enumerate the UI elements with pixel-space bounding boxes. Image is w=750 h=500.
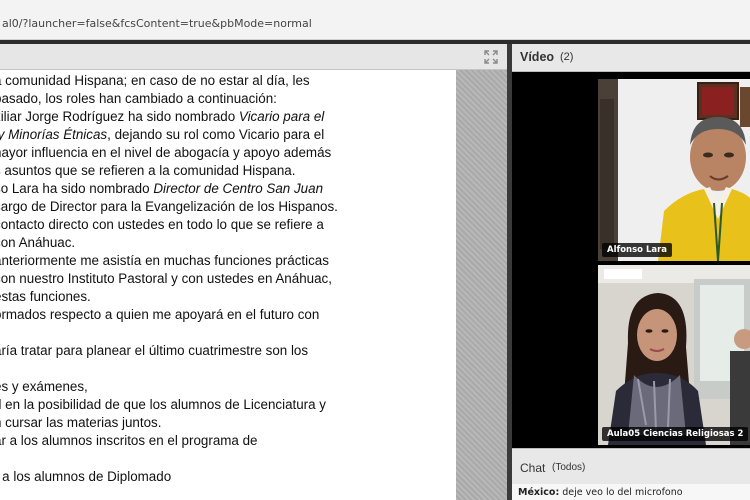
doc-italic: Vicario para el xyxy=(238,109,325,124)
doc-line: con nuestro Instituto Pastoral y con ust… xyxy=(0,271,332,286)
doc-line: estas funciones. xyxy=(0,289,91,304)
video-pod-header: Vídeo (2) xyxy=(512,44,750,72)
doc-line: contacto directo con ustedes en todo lo … xyxy=(0,217,324,232)
browser-address-bar: al0/?launcher=false&fcsContent=true&pbMo… xyxy=(0,0,750,40)
chat-messages[interactable]: México: deje veo lo del microfono xyxy=(512,484,750,500)
chat-pod-header: Chat (Todos) xyxy=(512,448,750,484)
doc-line: d en la posibilidad de que los alumnos d… xyxy=(0,397,327,412)
doc-line: so Lara ha sido nombrado xyxy=(0,181,154,196)
expand-icon[interactable] xyxy=(483,49,499,65)
right-column: Vídeo (2) Alfonso Lara Aula05 Ciencias R… xyxy=(512,44,750,500)
doc-line: es y exámenes, xyxy=(0,379,88,394)
participant-name-tag: Alfonso Lara xyxy=(602,243,673,257)
doc-line: ar a los alumnos inscritos en el program… xyxy=(0,433,258,448)
chat-text: deje veo lo del microfono xyxy=(559,487,683,498)
doc-line: anteriormente me asistía en muchas funci… xyxy=(0,253,329,268)
doc-italic: Director de Centro San Juan xyxy=(153,181,324,196)
video-feed-2 xyxy=(598,265,750,445)
document-page-margin xyxy=(456,70,507,500)
document-text: a comunidad Hispana; en caso de no estar… xyxy=(0,72,456,486)
chat-sender: México: xyxy=(518,487,560,498)
doc-line: ormados respecto a quien me apoyará en e… xyxy=(0,307,320,322)
video-tile-aula05[interactable]: Aula05 Ciencias Religiosas 2 xyxy=(598,265,750,445)
video-tile-alfonso-lara[interactable]: Alfonso Lara xyxy=(598,79,750,261)
document-pod-header xyxy=(0,44,507,70)
url-field[interactable]: al0/?launcher=false&fcsContent=true&pbMo… xyxy=(0,14,750,34)
doc-line: nayor influencia en el nivel de abogacía… xyxy=(0,145,332,160)
doc-line: xiliar Jorge Rodríguez ha sido nombrado xyxy=(0,109,239,124)
video-pod-title: Vídeo xyxy=(520,50,555,64)
doc-line: cargo de Director para la Evangelización… xyxy=(0,199,338,214)
doc-line: n cursar las materias juntos. xyxy=(0,415,162,430)
chat-message: México: deje veo lo del microfono xyxy=(518,487,683,498)
doc-line: aría tratar para planear el último cuatr… xyxy=(0,343,309,358)
doc-line: s asuntos que se refieren a la comunidad… xyxy=(0,163,296,178)
video-count: (2) xyxy=(560,51,574,63)
doc-line: con Anáhuac. xyxy=(0,235,76,250)
video-feed-1 xyxy=(598,79,750,261)
doc-line: , dejando su rol como Vicario para el xyxy=(107,127,325,142)
video-area: Alfonso Lara Aula05 Ciencias Religiosas … xyxy=(512,72,750,448)
doc-line: a comunidad Hispana; en caso de no estar… xyxy=(0,73,310,88)
participant-name-tag: Aula05 Ciencias Religiosas 2 xyxy=(602,427,749,441)
document-pod: a comunidad Hispana; en caso de no estar… xyxy=(0,44,507,500)
chat-scope[interactable]: (Todos) xyxy=(552,462,585,473)
doc-italic: y Minorías Étnicas xyxy=(0,127,108,142)
chat-pod-title: Chat xyxy=(520,461,546,475)
doc-line: r a los alumnos de Diplomado xyxy=(0,469,172,484)
doc-line: pasado, los roles han cambiado a continu… xyxy=(0,91,277,106)
document-page[interactable]: a comunidad Hispana; en caso de no estar… xyxy=(0,70,456,500)
